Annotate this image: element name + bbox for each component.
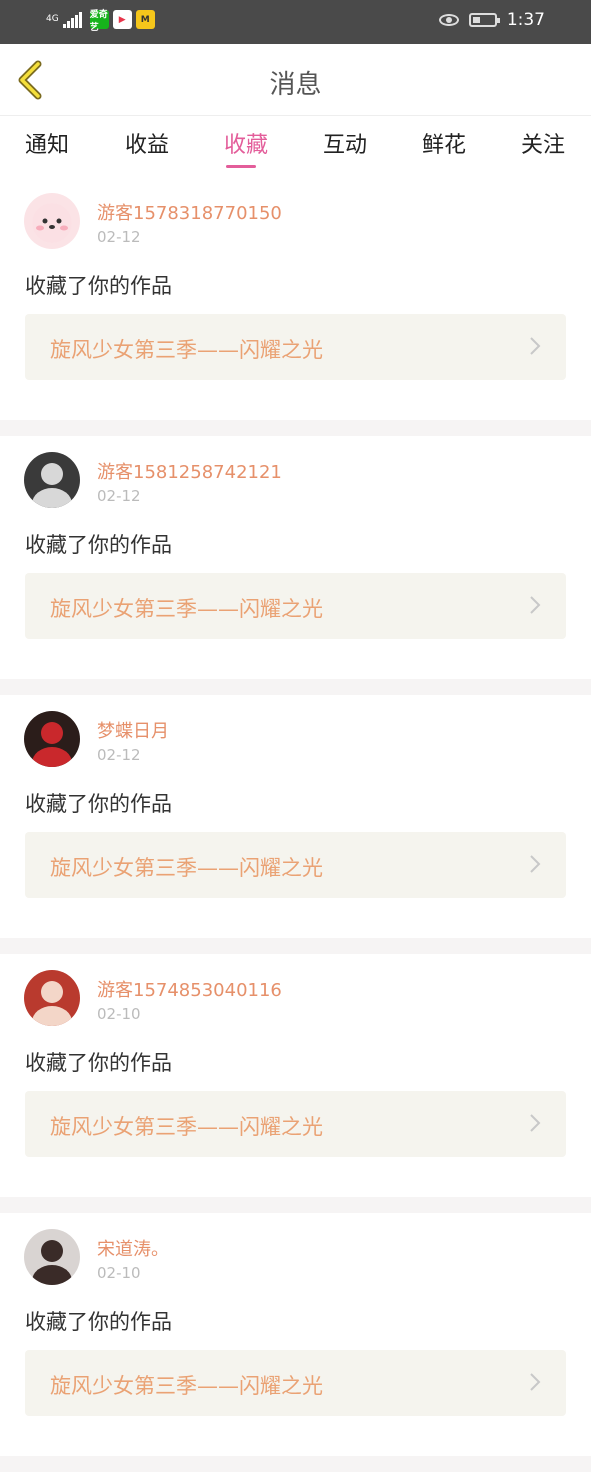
username[interactable]: 宋道涛。	[97, 1235, 169, 1261]
tab-label: 收藏	[223, 133, 268, 158]
status-right: 1:37	[438, 10, 545, 30]
active-tab-indicator	[226, 165, 256, 168]
action-text: 收藏了你的作品	[25, 1310, 172, 1334]
message-date: 02-10	[97, 1005, 141, 1023]
video-app-icon: ▶	[112, 10, 132, 29]
work-title: 旋风少女第三季——闪耀之光	[50, 856, 323, 880]
iqiyi-app-icon: 爱奇艺	[89, 9, 109, 33]
chevron-right-icon	[530, 596, 541, 614]
message-card: 梦蝶日月 02-12 收藏了你的作品旋风少女第三季——闪耀之光	[0, 695, 591, 938]
tab-label: 互动	[322, 133, 367, 158]
avatar[interactable]	[24, 193, 80, 249]
tab-1[interactable]: 收益	[107, 127, 187, 159]
card-divider	[0, 1197, 591, 1213]
card-divider	[0, 938, 591, 954]
chevron-right-icon	[530, 1373, 541, 1391]
message-date: 02-12	[97, 228, 141, 246]
card-divider	[0, 679, 591, 695]
card-divider	[0, 420, 591, 436]
username[interactable]: 游客1581258742121	[97, 458, 282, 484]
eye-comfort-icon	[438, 14, 459, 26]
avatar[interactable]	[24, 1229, 80, 1285]
work-title: 旋风少女第三季——闪耀之光	[50, 1115, 323, 1139]
message-date: 02-10	[97, 1264, 141, 1282]
avatar[interactable]	[24, 711, 80, 767]
work-link[interactable]: 旋风少女第三季——闪耀之光	[25, 573, 566, 639]
tab-5[interactable]: 关注	[503, 127, 583, 159]
notification-icons: 爱奇艺 ▶ M	[89, 9, 155, 33]
action-text: 收藏了你的作品	[25, 274, 172, 298]
action-text: 收藏了你的作品	[25, 1051, 172, 1075]
action-text: 收藏了你的作品	[25, 792, 172, 816]
avatar[interactable]	[24, 452, 80, 508]
message-list: 游客1578318770150 02-12 收藏了你的作品 旋风少女第三季——闪耀之光…	[0, 177, 591, 1472]
status-left: 4G 爱奇艺 ▶ M	[46, 9, 155, 33]
username[interactable]: 游客1578318770150	[97, 199, 282, 225]
tab-label: 鲜花	[421, 133, 466, 158]
tab-3[interactable]: 互动	[305, 127, 385, 159]
message-date: 02-12	[97, 487, 141, 505]
tab-label: 收益	[124, 133, 169, 158]
chevron-right-icon	[530, 855, 541, 873]
avatar[interactable]	[24, 970, 80, 1026]
card-divider	[0, 1456, 591, 1472]
tab-2[interactable]: 收藏	[206, 127, 286, 168]
work-link[interactable]: 旋风少女第三季——闪耀之光	[25, 832, 566, 898]
action-text: 收藏了你的作品	[25, 533, 172, 557]
work-link[interactable]: 旋风少女第三季——闪耀之光	[25, 1091, 566, 1157]
work-link[interactable]: 旋风少女第三季——闪耀之光	[25, 314, 566, 380]
tab-4[interactable]: 鲜花	[404, 127, 484, 159]
chevron-right-icon	[530, 337, 541, 355]
message-tabs: 通知 收益 收藏 互动 鲜花 关注	[0, 117, 591, 177]
message-card: 游客1581258742121 02-12 收藏了你的作品旋风少女第三季——闪耀之光	[0, 436, 591, 679]
work-link[interactable]: 旋风少女第三季——闪耀之光	[25, 1350, 566, 1416]
status-bar: 4G 爱奇艺 ▶ M 1:37	[0, 0, 591, 44]
clock: 1:37	[506, 10, 545, 30]
message-card: 游客1578318770150 02-12 收藏了你的作品旋风少女第三季——闪耀之光	[0, 177, 591, 420]
battery-icon	[468, 13, 500, 27]
username[interactable]: 梦蝶日月	[97, 717, 169, 743]
tab-label: 关注	[520, 133, 565, 158]
tab-0[interactable]: 通知	[7, 127, 87, 159]
message-card: 游客1574853040116 02-10 收藏了你的作品旋风少女第三季——闪耀之光	[0, 954, 591, 1197]
message-card: 宋道涛。 02-10 收藏了你的作品旋风少女第三季——闪耀之光	[0, 1213, 591, 1456]
tab-label: 通知	[24, 133, 69, 158]
page-title: 消息	[269, 70, 322, 100]
work-title: 旋风少女第三季——闪耀之光	[50, 338, 323, 362]
work-title: 旋风少女第三季——闪耀之光	[50, 1374, 323, 1398]
signal-icon	[62, 11, 82, 28]
network-type: 4G	[46, 14, 59, 24]
work-title: 旋风少女第三季——闪耀之光	[50, 597, 323, 621]
username[interactable]: 游客1574853040116	[97, 976, 282, 1002]
message-date: 02-12	[97, 746, 141, 764]
chevron-right-icon	[530, 1114, 541, 1132]
app-header: 消息	[0, 44, 591, 116]
m-app-icon: M	[135, 10, 155, 29]
